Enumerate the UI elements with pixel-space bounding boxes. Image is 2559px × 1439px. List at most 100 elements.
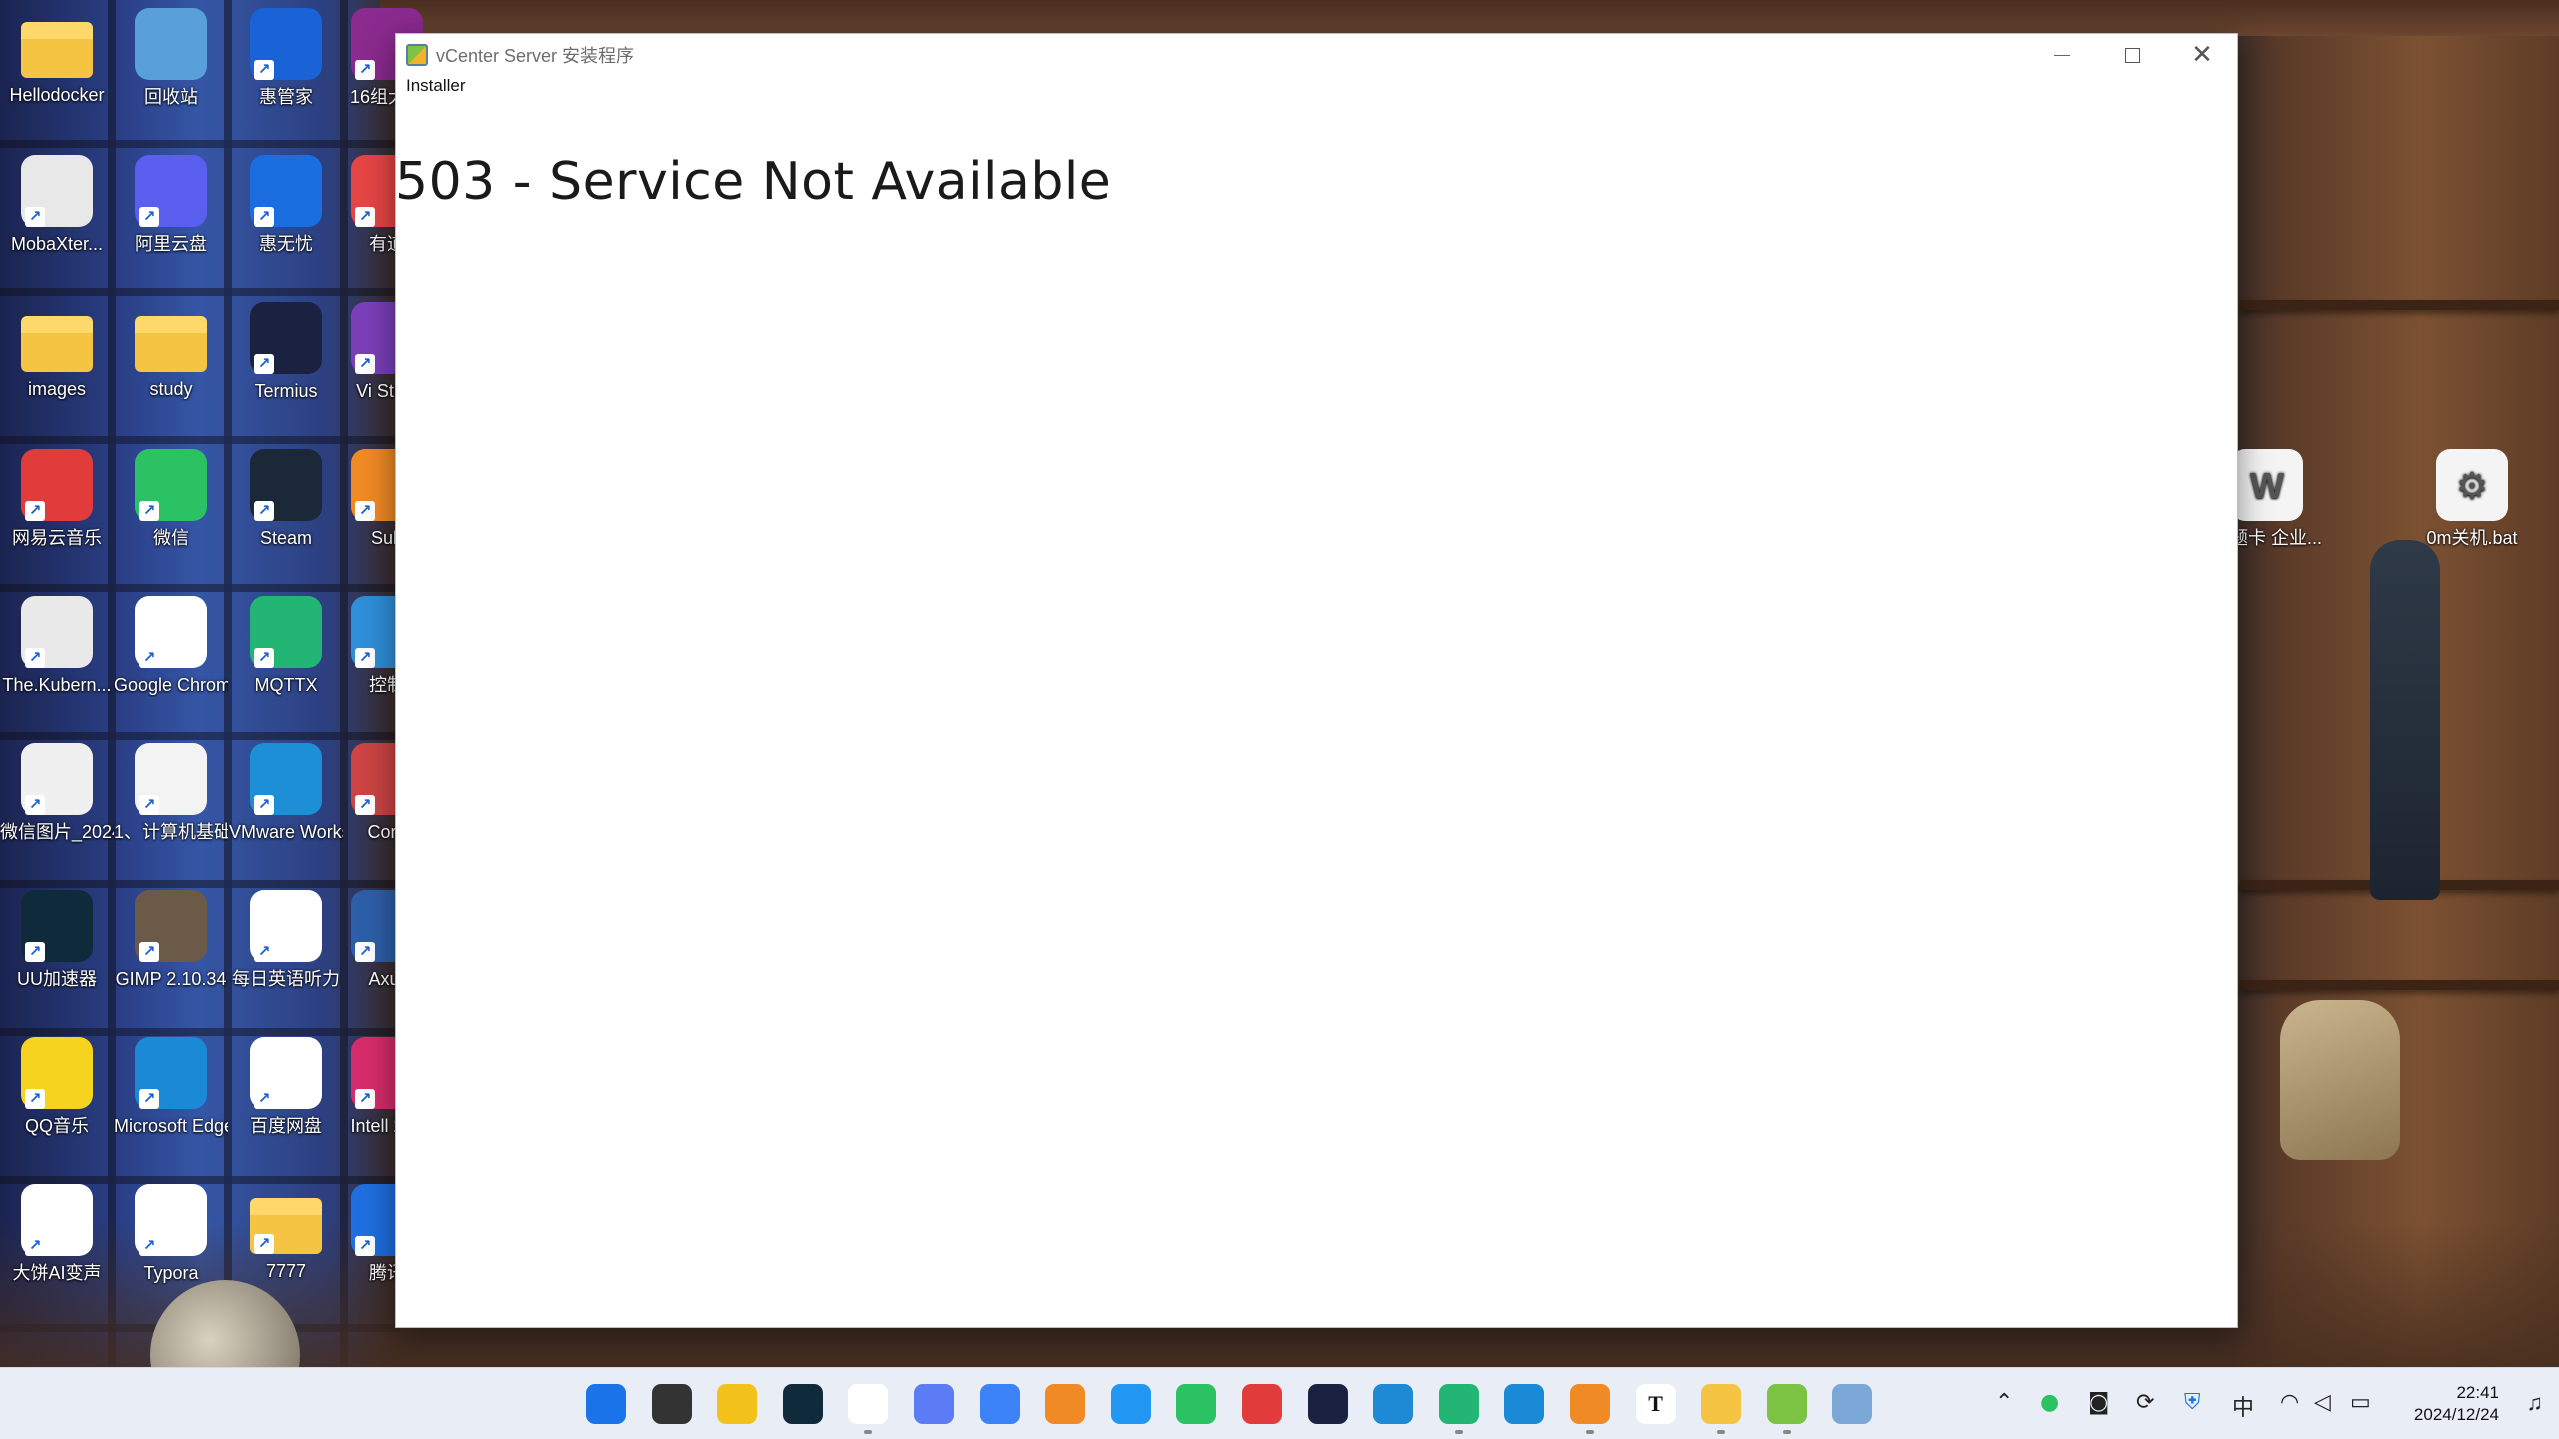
desktop-icon[interactable]: ↗ 7777: [229, 1184, 343, 1283]
edge-icon: ↗: [135, 1037, 207, 1109]
volume-icon[interactable]: ◁: [2314, 1390, 2331, 1415]
maximize-icon: [2124, 47, 2140, 63]
taskbar-netease-music-button[interactable]: [1242, 1384, 1282, 1424]
shortcut-arrow-icon: ↗: [355, 942, 375, 962]
desktop-icon[interactable]: ↗ 百度网盘: [229, 1037, 343, 1138]
wifi-icon[interactable]: ◠: [2280, 1390, 2299, 1415]
taskbar-app-yellow-button[interactable]: [717, 1384, 758, 1424]
shortcut-arrow-icon: ↗: [355, 501, 375, 521]
taskbar-mqttx-button[interactable]: [1438, 1384, 1479, 1434]
taskbar-star-app-button[interactable]: [1110, 1384, 1151, 1424]
show-hidden-icons-chevron-icon[interactable]: ⌃: [1995, 1390, 2013, 1415]
desktop-icon-label: study: [149, 379, 193, 399]
taskbar-app-bubble-button[interactable]: [914, 1384, 954, 1424]
desktop-icon[interactable]: study: [114, 302, 228, 401]
huiwuyou-icon: ↗: [250, 155, 322, 227]
maximize-button[interactable]: [2097, 34, 2167, 76]
desktop-icon[interactable]: images: [0, 302, 114, 401]
desktop-icon[interactable]: ↗ 微信图片_2024091...: [0, 743, 114, 844]
desktop-icon[interactable]: ↗ MobaXter...: [0, 155, 114, 256]
taskbar-vmware-button[interactable]: [1570, 1384, 1610, 1434]
gimp-icon: ↗: [135, 890, 207, 962]
shortcut-arrow-icon: ↗: [254, 648, 274, 668]
dabing-ai-icon: ↗: [21, 1184, 93, 1256]
mqttx-icon: ↗: [250, 596, 322, 668]
taskbar-task-view-button[interactable]: [651, 1384, 692, 1424]
desktop-icon[interactable]: ↗ Termius: [229, 302, 343, 403]
taskbar-windows-start-button[interactable]: [586, 1384, 626, 1424]
window-title: vCenter Server 安装程序: [436, 46, 635, 66]
security-tray-icon[interactable]: ⛨: [2184, 1390, 2201, 1415]
taskbar-search-app-button[interactable]: [1045, 1384, 1086, 1424]
desktop-icon[interactable]: ↗ 阿里云盘: [114, 155, 228, 256]
taskbar-vscode-button[interactable]: [1373, 1384, 1414, 1424]
notification-bell-icon[interactable]: ♫: [2527, 1390, 2544, 1416]
desktop-icon[interactable]: ↗ 1、计算机基础硬件和...: [114, 743, 228, 844]
aliyun-drive-icon: ↗: [135, 155, 207, 227]
desktop-icon[interactable]: Hellodocker: [0, 8, 114, 107]
sync-tray-icon[interactable]: ⟳: [2136, 1390, 2154, 1415]
desktop-icon-label: 微信: [153, 528, 189, 548]
camera-tray-icon[interactable]: ◙: [2088, 1390, 2109, 1415]
netease-music-icon: ↗: [21, 449, 93, 521]
wechat-icon: ↗: [135, 449, 207, 521]
running-indicator: [1586, 1430, 1594, 1434]
desktop-icon[interactable]: ↗ VMware Workstati...: [229, 743, 343, 844]
desktop-icon[interactable]: ↗ 网易云音乐: [0, 449, 114, 550]
desktop-icon[interactable]: 回收站: [114, 8, 228, 109]
shortcut-arrow-icon: ↗: [254, 1234, 274, 1254]
vcenter-app-icon: [406, 44, 428, 66]
desktop-icon[interactable]: ↗ 惠管家: [229, 8, 343, 109]
taskbar-edge-button[interactable]: [1504, 1384, 1545, 1424]
folder-icon: [135, 316, 207, 372]
shortcut-arrow-icon: ↗: [254, 1089, 274, 1109]
desktop-icon[interactable]: ↗ UU加速器: [0, 890, 114, 991]
wps-doc-icon: W: [2231, 449, 2303, 521]
desktop-icon-label: 阿里云盘: [135, 234, 207, 254]
desktop-icon[interactable]: ⚙ 0m关机.bat: [2415, 449, 2529, 550]
clock-time: 22:41: [2456, 1383, 2499, 1402]
desktop-icon[interactable]: ↗ Google Chrome: [114, 596, 228, 697]
desktop-icon[interactable]: ↗ QQ音乐: [0, 1037, 114, 1138]
taskbar-vcenter-installer-button[interactable]: [1766, 1384, 1807, 1434]
taskbar-termius-button[interactable]: [1307, 1384, 1348, 1424]
desktop-icon[interactable]: ↗ 微信: [114, 449, 228, 550]
minimize-button[interactable]: [2027, 34, 2097, 76]
shortcut-arrow-icon: ↗: [355, 1236, 375, 1256]
ime-indicator[interactable]: 中: [2232, 1390, 2254, 1422]
taskbar-wechat-button[interactable]: [1176, 1384, 1217, 1424]
desktop-icon-label: 1、计算机基础硬件和...: [114, 822, 228, 842]
desktop-icon-label: 7777: [265, 1261, 307, 1281]
taskbar-resource-monitor-button[interactable]: [1832, 1384, 1873, 1424]
taskbar-chrome-button[interactable]: [848, 1384, 889, 1434]
shortcut-arrow-icon: ↗: [25, 207, 45, 227]
desktop-icon[interactable]: ↗ GIMP 2.10.34: [114, 890, 228, 991]
desktop-icon[interactable]: ↗ 每日英语听力: [229, 890, 343, 991]
recycle-bin-icon: [135, 8, 207, 80]
taskbar-uu-accelerator-button[interactable]: [782, 1384, 823, 1424]
close-button[interactable]: ✕: [2167, 34, 2237, 76]
desktop-icon[interactable]: ↗ 惠无忧: [229, 155, 343, 256]
desktop-icon[interactable]: ↗ Microsoft Edge: [114, 1037, 228, 1138]
menu-installer[interactable]: Installer: [406, 76, 466, 95]
desktop-icon[interactable]: ↗ Steam: [229, 449, 343, 550]
taskbar: T ⌃ ● ◙ ⟳ ⛨ 中 ◠ ◁ ▭ 22:41 2024/12/24 ♫: [0, 1367, 2559, 1439]
taskbar-clock[interactable]: 22:41 2024/12/24: [2414, 1382, 2499, 1426]
desktop-icon-label: 回收站: [144, 87, 198, 107]
desktop-icon-label: VMware Workstati...: [229, 822, 343, 842]
desktop-icon[interactable]: ↗ The.Kubern...: [0, 596, 114, 697]
desktop-icon-label: Google Chrome: [114, 675, 228, 695]
wechat-tray-icon[interactable]: ●: [2040, 1390, 2059, 1415]
uu-accelerator-icon: ↗: [21, 890, 93, 962]
shortcut-arrow-icon: ↗: [355, 60, 375, 80]
clock-date: 2024/12/24: [2413, 1405, 2499, 1424]
taskbar-typora-button[interactable]: T: [1635, 1384, 1676, 1424]
vcenter-installer-window[interactable]: vCenter Server 安装程序 ✕ Installer 503 - Se…: [395, 33, 2238, 1328]
desktop-icon[interactable]: ↗ MQTTX: [229, 596, 343, 697]
taskbar-file-explorer-button[interactable]: [1701, 1384, 1742, 1434]
taskbar-pen-app-button[interactable]: [979, 1384, 1020, 1424]
desktop-icon[interactable]: ↗ 大饼AI变声: [0, 1184, 114, 1285]
desktop-icon[interactable]: ↗ Typora: [114, 1184, 228, 1285]
battery-icon[interactable]: ▭: [2350, 1390, 2371, 1415]
window-titlebar[interactable]: vCenter Server 安装程序 ✕: [396, 34, 2237, 76]
